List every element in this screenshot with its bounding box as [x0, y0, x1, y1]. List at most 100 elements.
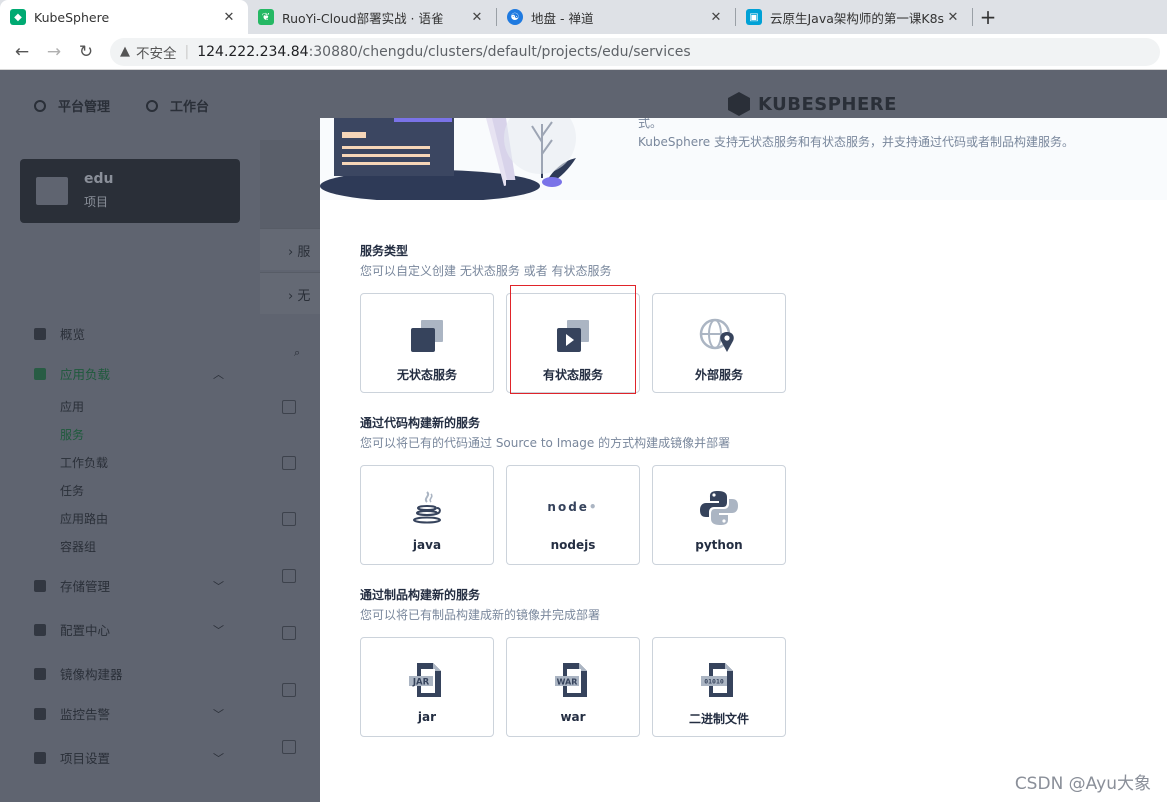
- arrow-left-icon: ←: [14, 41, 30, 62]
- sidebar-sub-jobs[interactable]: 任务: [60, 482, 84, 499]
- tab-title: 地盘 - 禅道: [531, 10, 594, 26]
- url-field[interactable]: ▲ 不安全 | 124.222.234.84:30880/chengdu/clu…: [110, 37, 1160, 66]
- gear-icon: [34, 99, 46, 112]
- header-description: KubeSphere 支持无状态服务和有状态服务，并支持通过代码或者制品构建服务…: [638, 135, 1074, 149]
- workload-icon: [34, 367, 46, 380]
- row-checkbox[interactable]: [282, 740, 296, 754]
- row-checkbox[interactable]: [282, 456, 296, 470]
- overview-icon: [34, 327, 46, 340]
- project-type: 项目: [84, 195, 109, 209]
- kubesphere-logo: KUBESPHERE: [728, 92, 897, 116]
- sidebar-item-storage[interactable]: 存储管理 ﹀: [34, 576, 234, 595]
- row-checkbox[interactable]: [282, 683, 296, 697]
- nodejs-card[interactable]: node• nodejs: [506, 465, 640, 565]
- sidebar-sub-apps[interactable]: 应用: [60, 398, 84, 415]
- insecure-label[interactable]: 不安全: [136, 42, 177, 62]
- sidebar-item-overview[interactable]: 概览: [34, 324, 234, 343]
- bilibili-favicon-icon: ▣: [746, 9, 762, 25]
- section-title-build-from-artifact: 通过制品构建新的服务: [360, 588, 481, 602]
- chevron-down-icon: ﹀: [213, 707, 224, 721]
- nav-label: 工作台: [170, 100, 210, 115]
- row-checkbox[interactable]: [282, 569, 296, 583]
- sidebar-item-config[interactable]: 配置中心 ﹀: [34, 620, 234, 639]
- card-label: nodejs: [550, 538, 596, 552]
- card-label: python: [695, 538, 743, 552]
- external-service-icon: [699, 318, 734, 352]
- python-icon: [700, 491, 738, 525]
- stateless-service-icon: [411, 320, 443, 352]
- storage-icon: [34, 579, 46, 592]
- close-tab-icon[interactable]: ✕: [468, 10, 486, 25]
- back-button[interactable]: ←: [6, 36, 38, 68]
- nodejs-icon: node•: [547, 500, 599, 514]
- chevron-up-icon: ︿: [213, 367, 224, 381]
- sidebar-item-label: 应用负载: [60, 367, 111, 382]
- new-tab-button[interactable]: +: [973, 0, 1003, 34]
- war-card[interactable]: WAR war: [506, 637, 640, 737]
- stateless-service-card[interactable]: 无状态服务: [360, 293, 494, 393]
- services-banner: [260, 140, 320, 228]
- card-label: war: [560, 710, 586, 724]
- address-bar: ← → ↻ ▲ 不安全 | 124.222.234.84:30880/cheng…: [0, 34, 1167, 70]
- collapsed-row[interactable]: › 无: [260, 272, 320, 314]
- nav-workbench[interactable]: 工作台: [146, 96, 209, 115]
- jar-card[interactable]: JAR jar: [360, 637, 494, 737]
- forward-button[interactable]: →: [38, 36, 70, 68]
- sidebar-item-monitoring[interactable]: 监控告警 ﹀: [34, 704, 234, 723]
- project-card[interactable]: edu 项目: [20, 159, 240, 223]
- browser-tab-kubesphere[interactable]: ◆ KubeSphere ✕: [0, 0, 248, 34]
- java-card[interactable]: java: [360, 465, 494, 565]
- reload-icon: ↻: [78, 41, 94, 62]
- sidebar-item-app-workloads[interactable]: 应用负载 ︿: [34, 364, 234, 383]
- sidebar-item-label: 镜像构建器: [60, 667, 123, 682]
- header-truncated-text: 式。: [638, 118, 663, 130]
- sidebar-sub-workloads[interactable]: 工作负载: [60, 454, 108, 471]
- monitoring-icon: [34, 707, 46, 720]
- row-checkbox[interactable]: [282, 626, 296, 640]
- zentao-favicon-icon: ☯: [507, 9, 523, 25]
- close-tab-icon[interactable]: ✕: [707, 10, 725, 25]
- workbench-icon: [146, 99, 158, 112]
- browser-tab-bilibili[interactable]: ▣ 云原生Java架构师的第一课K8s+ ✕: [736, 0, 972, 34]
- image-builder-icon: [34, 667, 46, 680]
- reload-button[interactable]: ↻: [70, 36, 102, 68]
- sidebar-item-project-settings[interactable]: 项目设置 ﹀: [34, 748, 234, 767]
- divider: |: [184, 43, 190, 60]
- chevron-right-icon: ›: [288, 245, 294, 260]
- sidebar-sub-pods[interactable]: 容器组: [60, 538, 96, 555]
- sidebar-sub-routes[interactable]: 应用路由: [60, 510, 108, 527]
- external-service-card[interactable]: 外部服务: [652, 293, 786, 393]
- sidebar-item-label: 存储管理: [60, 579, 111, 594]
- collapsed-row[interactable]: › 服: [260, 228, 320, 270]
- sidebar-sub-services[interactable]: 服务: [60, 426, 84, 443]
- tab-title: KubeSphere: [34, 9, 110, 25]
- row-checkbox[interactable]: [282, 512, 296, 526]
- csdn-watermark: CSDN @Ayu大象: [1014, 774, 1151, 794]
- browser-tab-zentao[interactable]: ☯ 地盘 - 禅道 ✕: [497, 0, 735, 34]
- tab-title: 云原生Java架构师的第一课K8s+: [770, 10, 944, 26]
- url-host: 124.222.234.84: [197, 43, 309, 60]
- selection-highlight: [510, 285, 636, 394]
- card-label: java: [412, 538, 442, 552]
- sidebar-item-label: 监控告警: [60, 707, 111, 722]
- sidebar-item-image-builder[interactable]: 镜像构建器: [34, 664, 234, 683]
- section-desc-build-from-artifact: 您可以将已有制品构建成新的镜像并完成部署: [360, 608, 601, 622]
- nav-platform-management[interactable]: 平台管理: [34, 96, 110, 115]
- sidebar-item-label: 配置中心: [60, 623, 111, 638]
- browser-tab-bar: ◆ KubeSphere ✕ ❦ RuoYi-Cloud部署实战 · 语雀 ✕ …: [0, 0, 1167, 34]
- close-tab-icon[interactable]: ✕: [944, 10, 962, 25]
- sidebar: edu 项目 概览 应用负载 ︿ 应用 服务 工作负载 任务 应用路由 容器组 …: [0, 140, 260, 802]
- java-icon: [413, 491, 441, 524]
- binary-card[interactable]: 01010 二进制文件: [652, 637, 786, 737]
- jar-icon-text: JAR: [412, 678, 430, 688]
- create-service-panel: 式。 KubeSphere 支持无状态服务和有状态服务，并支持通过代码或者制品构…: [320, 118, 1167, 802]
- project-icon: [36, 177, 68, 205]
- chevron-down-icon: ﹀: [213, 579, 224, 593]
- python-card[interactable]: python: [652, 465, 786, 565]
- card-label: jar: [417, 710, 437, 724]
- browser-tab-ruoyi[interactable]: ❦ RuoYi-Cloud部署实战 · 语雀 ✕: [248, 0, 496, 34]
- row-checkbox[interactable]: [282, 400, 296, 414]
- section-title-service-type: 服务类型: [360, 244, 409, 258]
- close-tab-icon[interactable]: ✕: [220, 10, 238, 25]
- arrow-right-icon: →: [46, 41, 62, 62]
